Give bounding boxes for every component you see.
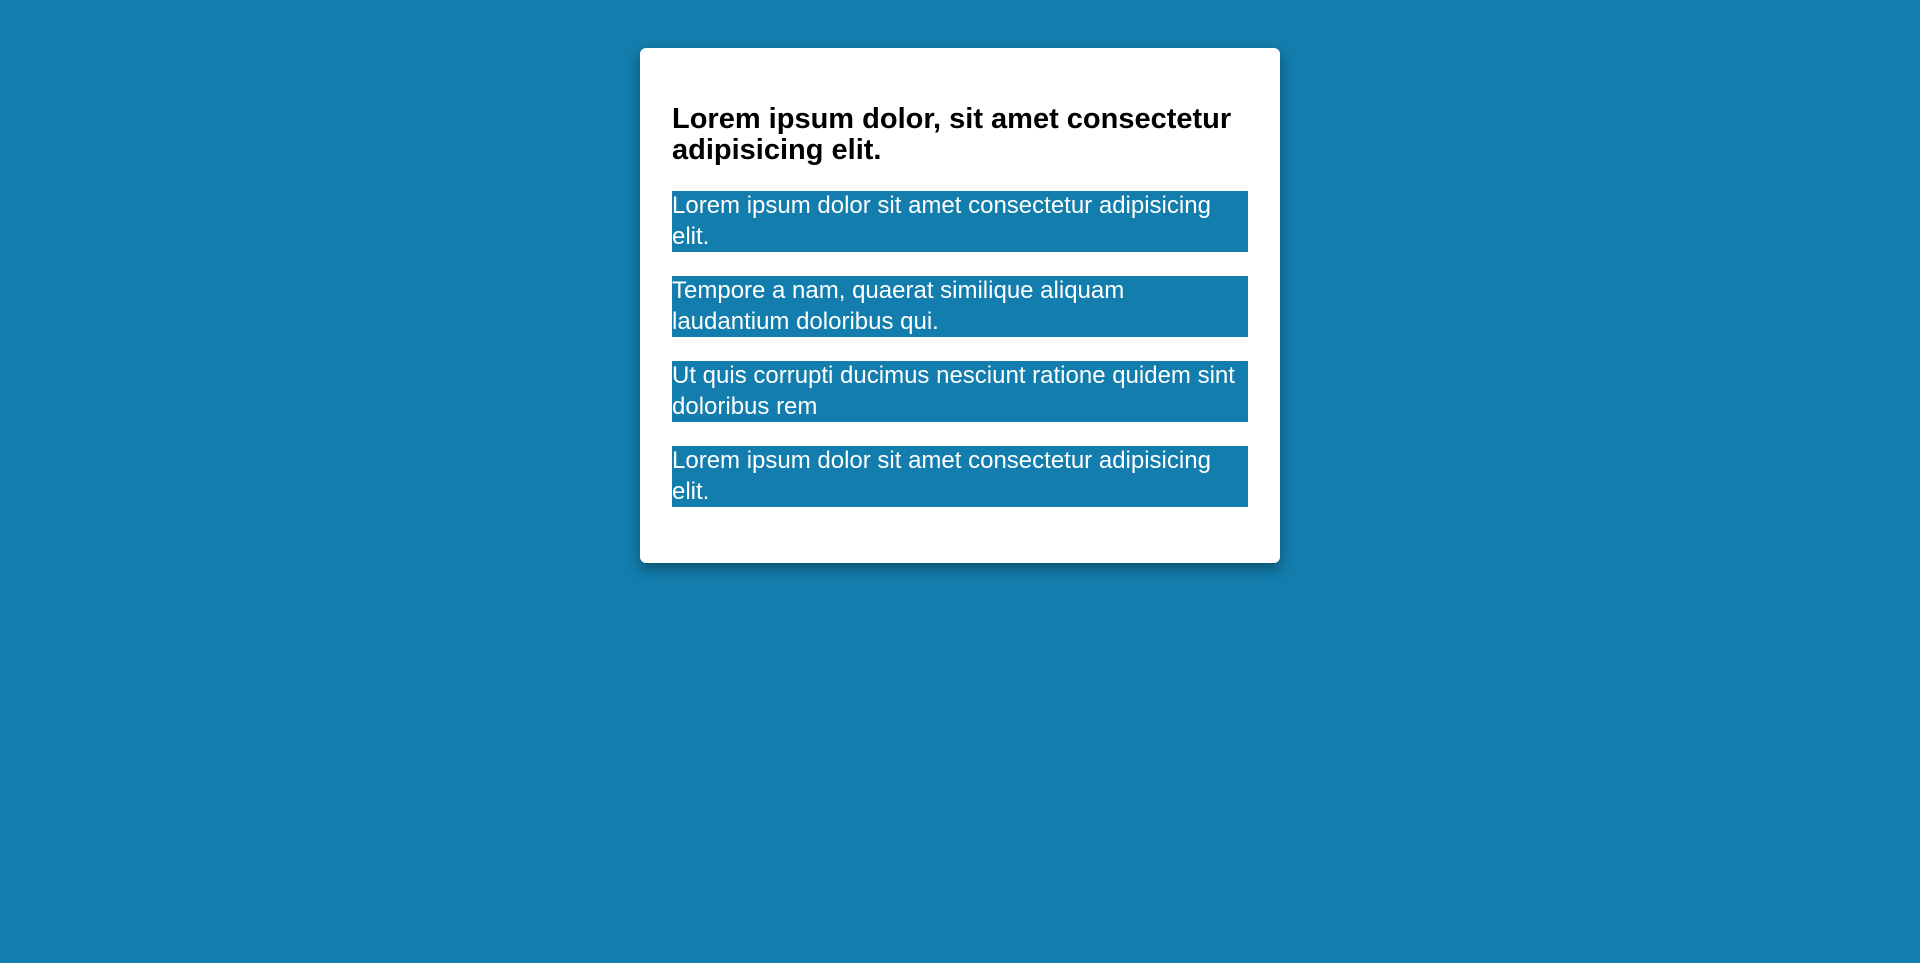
card-title: Lorem ipsum dolor, sit amet consectetur … xyxy=(672,103,1232,166)
list-item: Tempore a nam, quaerat similique aliquam… xyxy=(672,276,1248,337)
item-list: Lorem ipsum dolor sit amet consectetur a… xyxy=(672,191,1248,507)
list-item: Ut quis corrupti ducimus nesciunt ration… xyxy=(672,361,1248,422)
list-item: Lorem ipsum dolor sit amet consectetur a… xyxy=(672,191,1248,252)
content-card: Lorem ipsum dolor, sit amet consectetur … xyxy=(640,48,1280,563)
list-item: Lorem ipsum dolor sit amet consectetur a… xyxy=(672,446,1248,507)
